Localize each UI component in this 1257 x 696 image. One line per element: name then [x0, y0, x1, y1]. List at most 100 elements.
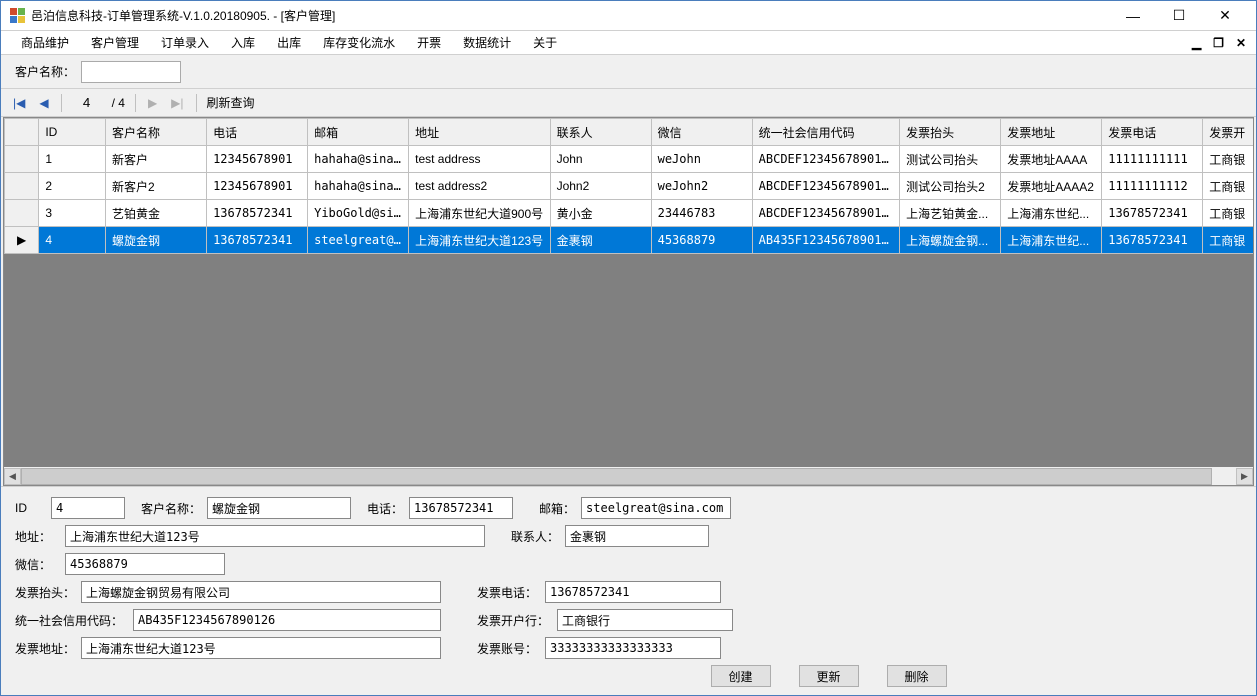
cell[interactable]: John2	[550, 173, 651, 200]
cell[interactable]: ABCDEF1234567890112	[752, 173, 900, 200]
cell[interactable]: steelgreat@s...	[308, 227, 409, 254]
cell[interactable]: 测试公司抬头	[900, 146, 1001, 173]
horizontal-scrollbar[interactable]: ◀ ▶	[4, 467, 1253, 485]
cell[interactable]: hahaha@sina.com	[308, 173, 409, 200]
menu-stock-in[interactable]: 入库	[221, 31, 265, 54]
filter-name-input[interactable]	[81, 61, 181, 83]
close-button[interactable]: ✕	[1202, 2, 1248, 30]
col-invoice-title[interactable]: 发票抬头	[900, 119, 1001, 146]
menu-customers[interactable]: 客户管理	[81, 31, 149, 54]
cell[interactable]: 13678572341	[1102, 227, 1203, 254]
table-row[interactable]: ▶4螺旋金钢13678572341steelgreat@s...上海浦东世纪大道…	[5, 227, 1254, 254]
field-contact[interactable]	[565, 525, 709, 547]
field-address[interactable]	[65, 525, 485, 547]
cell[interactable]: 12345678901	[207, 173, 308, 200]
cell[interactable]: 工商银	[1203, 200, 1253, 227]
cell[interactable]: 测试公司抬头2	[900, 173, 1001, 200]
mdi-minimize-icon[interactable]: ▁	[1188, 36, 1205, 50]
cell[interactable]: 上海艺铂黄金...	[900, 200, 1001, 227]
menu-products[interactable]: 商品维护	[11, 31, 79, 54]
col-phone[interactable]: 电话	[207, 119, 308, 146]
field-wechat[interactable]	[65, 553, 225, 575]
col-uscc[interactable]: 统一社会信用代码	[752, 119, 900, 146]
cell[interactable]: 1	[39, 146, 106, 173]
cell[interactable]: 12345678901	[207, 146, 308, 173]
nav-first-icon[interactable]: |◀	[11, 96, 27, 110]
nav-last-icon[interactable]: ▶|	[169, 96, 185, 110]
cell[interactable]: 11111111112	[1102, 173, 1203, 200]
cell[interactable]: test address2	[409, 173, 550, 200]
field-email[interactable]	[581, 497, 731, 519]
cell[interactable]: 工商银	[1203, 146, 1253, 173]
menu-stats[interactable]: 数据统计	[453, 31, 521, 54]
cell[interactable]: AB435F1234567890126	[752, 227, 900, 254]
mdi-restore-icon[interactable]: ❐	[1209, 36, 1228, 50]
scroll-left-icon[interactable]: ◀	[4, 468, 21, 485]
cell[interactable]: 23446783	[651, 200, 752, 227]
minimize-button[interactable]: —	[1110, 2, 1156, 30]
scroll-thumb[interactable]	[21, 468, 1212, 485]
cell[interactable]: ABCDEF1234567890126	[752, 200, 900, 227]
col-id[interactable]: ID	[39, 119, 106, 146]
cell[interactable]: 上海浦东世纪大道900号	[409, 200, 550, 227]
row-header[interactable]	[5, 200, 39, 227]
nav-page-input[interactable]	[72, 94, 102, 112]
cell[interactable]: hahaha@sina.com	[308, 146, 409, 173]
cell[interactable]: 13678572341	[1102, 200, 1203, 227]
row-header[interactable]	[5, 173, 39, 200]
nav-refresh-link[interactable]: 刷新查询	[207, 94, 255, 111]
field-invoice-bank[interactable]	[557, 609, 733, 631]
cell[interactable]: 上海螺旋金钢...	[900, 227, 1001, 254]
col-invoice-bank[interactable]: 发票开	[1203, 119, 1253, 146]
cell[interactable]: 2	[39, 173, 106, 200]
cell[interactable]: 发票地址AAAA	[1001, 146, 1102, 173]
field-uscc[interactable]	[133, 609, 441, 631]
table-row[interactable]: 3艺铂黄金13678572341YiboGold@sin...上海浦东世纪大道9…	[5, 200, 1254, 227]
nav-prev-icon[interactable]: ◀	[37, 96, 50, 110]
table-row[interactable]: 1新客户12345678901hahaha@sina.comtest addre…	[5, 146, 1254, 173]
col-name[interactable]: 客户名称	[106, 119, 207, 146]
cell[interactable]: weJohn	[651, 146, 752, 173]
cell[interactable]: 黄小金	[550, 200, 651, 227]
cell[interactable]: 11111111111	[1102, 146, 1203, 173]
update-button[interactable]: 更新	[799, 665, 859, 687]
cell[interactable]: 螺旋金钢	[106, 227, 207, 254]
cell[interactable]: John	[550, 146, 651, 173]
nav-next-icon[interactable]: ▶	[146, 96, 159, 110]
cell[interactable]: 新客户2	[106, 173, 207, 200]
field-name[interactable]	[207, 497, 351, 519]
field-invoice-title[interactable]	[81, 581, 441, 603]
menu-inventory-log[interactable]: 库存变化流水	[313, 31, 405, 54]
col-wechat[interactable]: 微信	[651, 119, 752, 146]
cell[interactable]: weJohn2	[651, 173, 752, 200]
menu-about[interactable]: 关于	[523, 31, 567, 54]
cell[interactable]: ABCDEF1234567890111	[752, 146, 900, 173]
cell[interactable]: YiboGold@sin...	[308, 200, 409, 227]
cell[interactable]: 工商银	[1203, 173, 1253, 200]
cell[interactable]: 工商银	[1203, 227, 1253, 254]
cell[interactable]: 新客户	[106, 146, 207, 173]
menu-invoice[interactable]: 开票	[407, 31, 451, 54]
create-button[interactable]: 创建	[711, 665, 771, 687]
cell[interactable]: 13678572341	[207, 200, 308, 227]
cell[interactable]: 上海浦东世纪大道123号	[409, 227, 550, 254]
col-invoice-phone[interactable]: 发票电话	[1102, 119, 1203, 146]
col-email[interactable]: 邮箱	[308, 119, 409, 146]
row-header[interactable]: ▶	[5, 227, 39, 254]
field-id[interactable]	[51, 497, 125, 519]
cell[interactable]: 金裹钢	[550, 227, 651, 254]
field-invoice-phone[interactable]	[545, 581, 721, 603]
cell[interactable]: 45368879	[651, 227, 752, 254]
field-phone[interactable]	[409, 497, 513, 519]
field-invoice-acct[interactable]	[545, 637, 721, 659]
row-header[interactable]	[5, 146, 39, 173]
menu-order-entry[interactable]: 订单录入	[151, 31, 219, 54]
col-contact[interactable]: 联系人	[550, 119, 651, 146]
field-invoice-addr[interactable]	[81, 637, 441, 659]
cell[interactable]: 发票地址AAAA2	[1001, 173, 1102, 200]
cell[interactable]: 4	[39, 227, 106, 254]
table-row[interactable]: 2新客户212345678901hahaha@sina.comtest addr…	[5, 173, 1254, 200]
cell[interactable]: 13678572341	[207, 227, 308, 254]
cell[interactable]: 3	[39, 200, 106, 227]
cell[interactable]: 上海浦东世纪...	[1001, 200, 1102, 227]
